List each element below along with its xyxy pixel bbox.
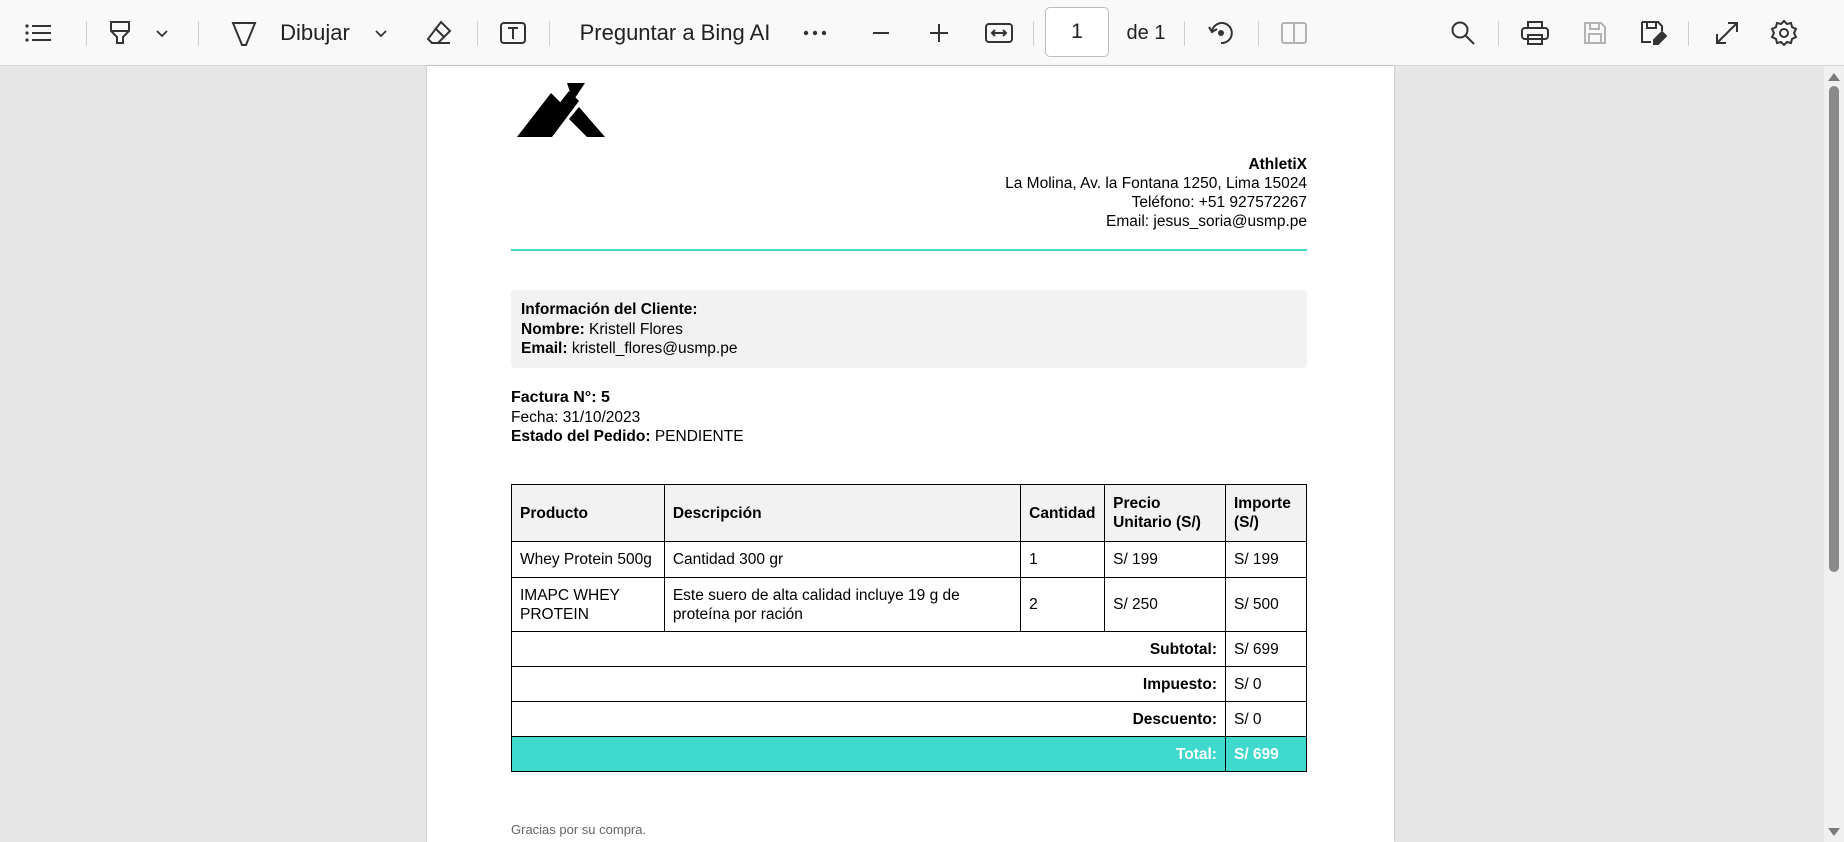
client-name-label: Nombre: <box>521 320 585 338</box>
table-cell: S/ 500 <box>1224 577 1308 632</box>
fullscreen-icon[interactable] <box>1711 0 1743 66</box>
search-icon[interactable] <box>1448 0 1478 66</box>
client-email-line: Email: kristell_flores@usmp.pe <box>521 339 1297 359</box>
table-header-row: Producto Descripción Cantidad Precio Uni… <box>511 484 1308 542</box>
invoice-items-table: Producto Descripción Cantidad Precio Uni… <box>511 484 1308 772</box>
company-logo <box>517 83 607 142</box>
client-email: kristell_flores@usmp.pe <box>571 340 738 357</box>
footer-note: Gracias por su compra. <box>511 822 647 837</box>
tax-label: Impuesto: <box>511 666 1226 702</box>
separator <box>1258 21 1259 46</box>
separator <box>1184 21 1185 46</box>
company-email: Email: jesus_soria@usmp.pe <box>1106 213 1307 230</box>
table-cell: 2 <box>1020 577 1106 632</box>
fit-width-icon[interactable] <box>982 0 1016 66</box>
subtotal-label: Subtotal: <box>511 631 1226 667</box>
invoice-number: Factura N°: 5 <box>511 389 610 406</box>
table-cell: 1 <box>1020 541 1106 578</box>
page-number-input[interactable]: 1 <box>1045 7 1109 57</box>
company-phone: Teléfono: +51 927572267 <box>1131 194 1307 211</box>
table-cell: S/ 250 <box>1104 577 1226 632</box>
total-row: Total: S/ 699 <box>511 736 1308 772</box>
discount-value: S/ 0 <box>1224 701 1308 737</box>
list-icon[interactable] <box>20 0 56 66</box>
table-row: Whey Protein 500g Cantidad 300 gr 1 S/ 1… <box>511 541 1308 578</box>
column-header: Precio Unitario (S/) <box>1104 484 1226 542</box>
save-as-icon[interactable] <box>1637 0 1669 66</box>
client-email-label: Email: <box>521 340 568 357</box>
client-name: Kristell Flores <box>589 320 683 338</box>
client-info-box: Información del Cliente: Nombre: Kristel… <box>511 290 1307 368</box>
two-page-icon[interactable] <box>1278 0 1310 66</box>
subtotal-row: Subtotal: S/ 699 <box>511 631 1308 667</box>
save-icon[interactable] <box>1579 0 1611 66</box>
separator <box>549 21 550 46</box>
client-name-line: Nombre: Kristell Flores <box>521 320 1297 340</box>
separator <box>1033 21 1034 46</box>
table-cell: IMAPC WHEY PROTEIN <box>511 577 665 632</box>
header-divider <box>511 249 1307 251</box>
invoice-date: Fecha: 31/10/2023 <box>511 408 641 426</box>
table-cell: S/ 199 <box>1224 541 1308 578</box>
total-label: Total: <box>511 736 1226 772</box>
print-icon[interactable] <box>1518 0 1552 66</box>
chevron-down-icon[interactable] <box>371 0 391 66</box>
draw-icon[interactable] <box>228 0 260 66</box>
separator <box>1688 21 1689 46</box>
order-status-label: Estado del Pedido: <box>511 428 651 445</box>
pdf-page: AthletiX La Molina, Av. la Fontana 1250,… <box>427 66 1394 842</box>
column-header: Cantidad <box>1020 484 1106 542</box>
vertical-scrollbar[interactable] <box>1824 66 1844 842</box>
table-row: IMAPC WHEY PROTEIN Este suero de alta ca… <box>511 577 1308 632</box>
ask-bing-button[interactable]: Preguntar a Bing AI <box>575 0 775 66</box>
separator <box>86 21 87 46</box>
separator <box>1498 21 1499 46</box>
zoom-in-icon[interactable] <box>924 0 954 66</box>
invoice-info: Factura N°: 5 Fecha: 31/10/2023 Estado d… <box>511 388 744 447</box>
table-cell: Whey Protein 500g <box>511 541 665 578</box>
order-status: PENDIENTE <box>654 428 744 445</box>
page-total: de 1 <box>1126 21 1166 44</box>
chevron-down-icon[interactable] <box>152 0 172 66</box>
column-header: Descripción <box>663 484 1022 542</box>
rotate-icon[interactable] <box>1204 0 1238 66</box>
subtotal-value: S/ 699 <box>1224 631 1308 667</box>
separator <box>477 21 478 46</box>
discount-row: Descuento: S/ 0 <box>511 701 1308 737</box>
company-info: AthletiX La Molina, Av. la Fontana 1250,… <box>1005 155 1307 231</box>
pdf-toolbar: Dibujar Preguntar a Bing AI 1 de 1 <box>0 0 1844 66</box>
column-header: Importe (S/) <box>1224 484 1308 542</box>
order-status-line: Estado del Pedido: PENDIENTE <box>511 427 744 447</box>
more-icon[interactable] <box>800 0 830 66</box>
settings-icon[interactable] <box>1768 0 1800 66</box>
text-icon[interactable] <box>497 0 529 66</box>
draw-label[interactable]: Dibujar <box>277 0 353 66</box>
scroll-thumb[interactable] <box>1829 86 1839 572</box>
highlight-icon[interactable] <box>104 0 136 66</box>
tax-value: S/ 0 <box>1224 666 1308 702</box>
tax-row: Impuesto: S/ 0 <box>511 666 1308 702</box>
zoom-out-icon[interactable] <box>866 0 896 66</box>
company-name: AthletiX <box>1248 156 1307 173</box>
client-heading: Información del Cliente: <box>521 301 698 318</box>
company-address: La Molina, Av. la Fontana 1250, Lima 150… <box>1005 175 1307 192</box>
separator <box>198 21 199 46</box>
table-cell: Este suero de alta calidad incluye 19 g … <box>663 577 1022 632</box>
column-header: Producto <box>511 484 665 542</box>
scroll-down-arrow-icon[interactable] <box>1828 828 1840 836</box>
scroll-up-arrow-icon[interactable] <box>1828 73 1840 81</box>
table-cell: Cantidad 300 gr <box>663 541 1022 578</box>
table-cell: S/ 199 <box>1104 541 1226 578</box>
eraser-icon[interactable] <box>423 0 455 66</box>
discount-label: Descuento: <box>511 701 1226 737</box>
total-value: S/ 699 <box>1224 736 1308 772</box>
